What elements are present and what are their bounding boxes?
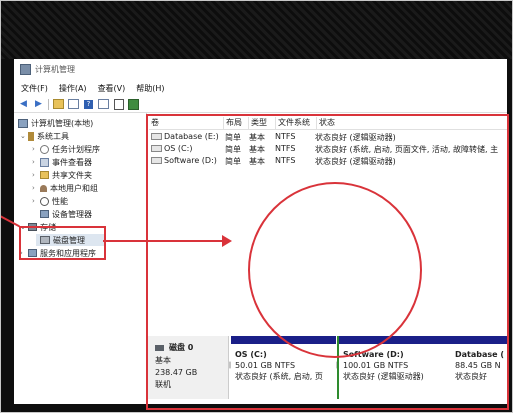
clock-icon (40, 144, 49, 154)
properties-icon[interactable] (98, 99, 109, 110)
toolbar: ◀ ▶ ? (14, 96, 513, 113)
tree-label-performance: 性能 (52, 196, 68, 206)
expand-icon[interactable]: › (32, 158, 40, 166)
list-icon[interactable] (68, 99, 79, 110)
title-bar: 计算机管理 (14, 59, 513, 79)
tree-label-task-scheduler: 任务计划程序 (52, 144, 100, 154)
folder-icon[interactable] (53, 99, 64, 110)
tree-label-shared-folders: 共享文件夹 (52, 170, 92, 180)
device-manager-icon (40, 210, 49, 218)
collapse-icon[interactable]: ⌄ (20, 132, 28, 140)
expand-icon[interactable]: › (32, 184, 40, 192)
tree-label-root: 计算机管理(本地) (31, 118, 94, 128)
tree-item-device-manager[interactable]: 设备管理器 (40, 208, 92, 220)
export-icon[interactable] (113, 98, 124, 110)
menu-action[interactable]: 操作(A) (59, 83, 87, 94)
tree-label-system-tools: 系统工具 (37, 131, 69, 141)
tree-item-task-scheduler[interactable]: › 任务计划程序 (32, 143, 100, 155)
computer-icon (18, 118, 28, 128)
tools-icon (28, 131, 34, 141)
toolbar-separator (48, 98, 49, 110)
tree-item-root[interactable]: 计算机管理(本地) (18, 117, 93, 129)
help-icon[interactable]: ? (83, 99, 94, 110)
window-title: 计算机管理 (35, 64, 75, 74)
annotation-arrow-head (222, 235, 232, 247)
users-icon (40, 184, 47, 192)
performance-icon (40, 196, 49, 206)
menu-view[interactable]: 查看(V) (98, 83, 126, 94)
desktop-background (1, 1, 512, 59)
menu-file[interactable]: 文件(F) (21, 83, 48, 94)
forward-icon[interactable]: ▶ (33, 99, 44, 110)
tree-label-local-users: 本地用户和组 (50, 183, 98, 193)
tree-item-event-viewer[interactable]: › 事件查看器 (32, 156, 92, 168)
annotation-circle (248, 182, 422, 358)
expand-icon[interactable]: › (32, 171, 40, 179)
tree-item-performance[interactable]: › 性能 (32, 195, 68, 207)
back-icon[interactable]: ◀ (18, 99, 29, 110)
tree-label-event-viewer: 事件查看器 (52, 157, 92, 167)
expand-icon[interactable]: › (32, 145, 40, 153)
menu-bar: 文件(F) 操作(A) 查看(V) 帮助(H) (14, 81, 513, 95)
annotation-arrow-line (103, 240, 225, 242)
menu-help[interactable]: 帮助(H) (136, 83, 164, 94)
refresh-icon[interactable] (128, 98, 139, 110)
shared-folder-icon (40, 171, 49, 179)
annotation-frame-disk-management (19, 226, 106, 260)
expand-icon[interactable]: › (32, 197, 40, 205)
tree-item-shared-folders[interactable]: › 共享文件夹 (32, 169, 92, 181)
tree-item-local-users[interactable]: › 本地用户和组 (32, 182, 98, 194)
event-log-icon (40, 157, 49, 167)
tree-item-system-tools[interactable]: ⌄ 系统工具 (20, 130, 69, 142)
computer-management-icon (20, 63, 31, 75)
tree-label-device-manager: 设备管理器 (52, 209, 92, 219)
